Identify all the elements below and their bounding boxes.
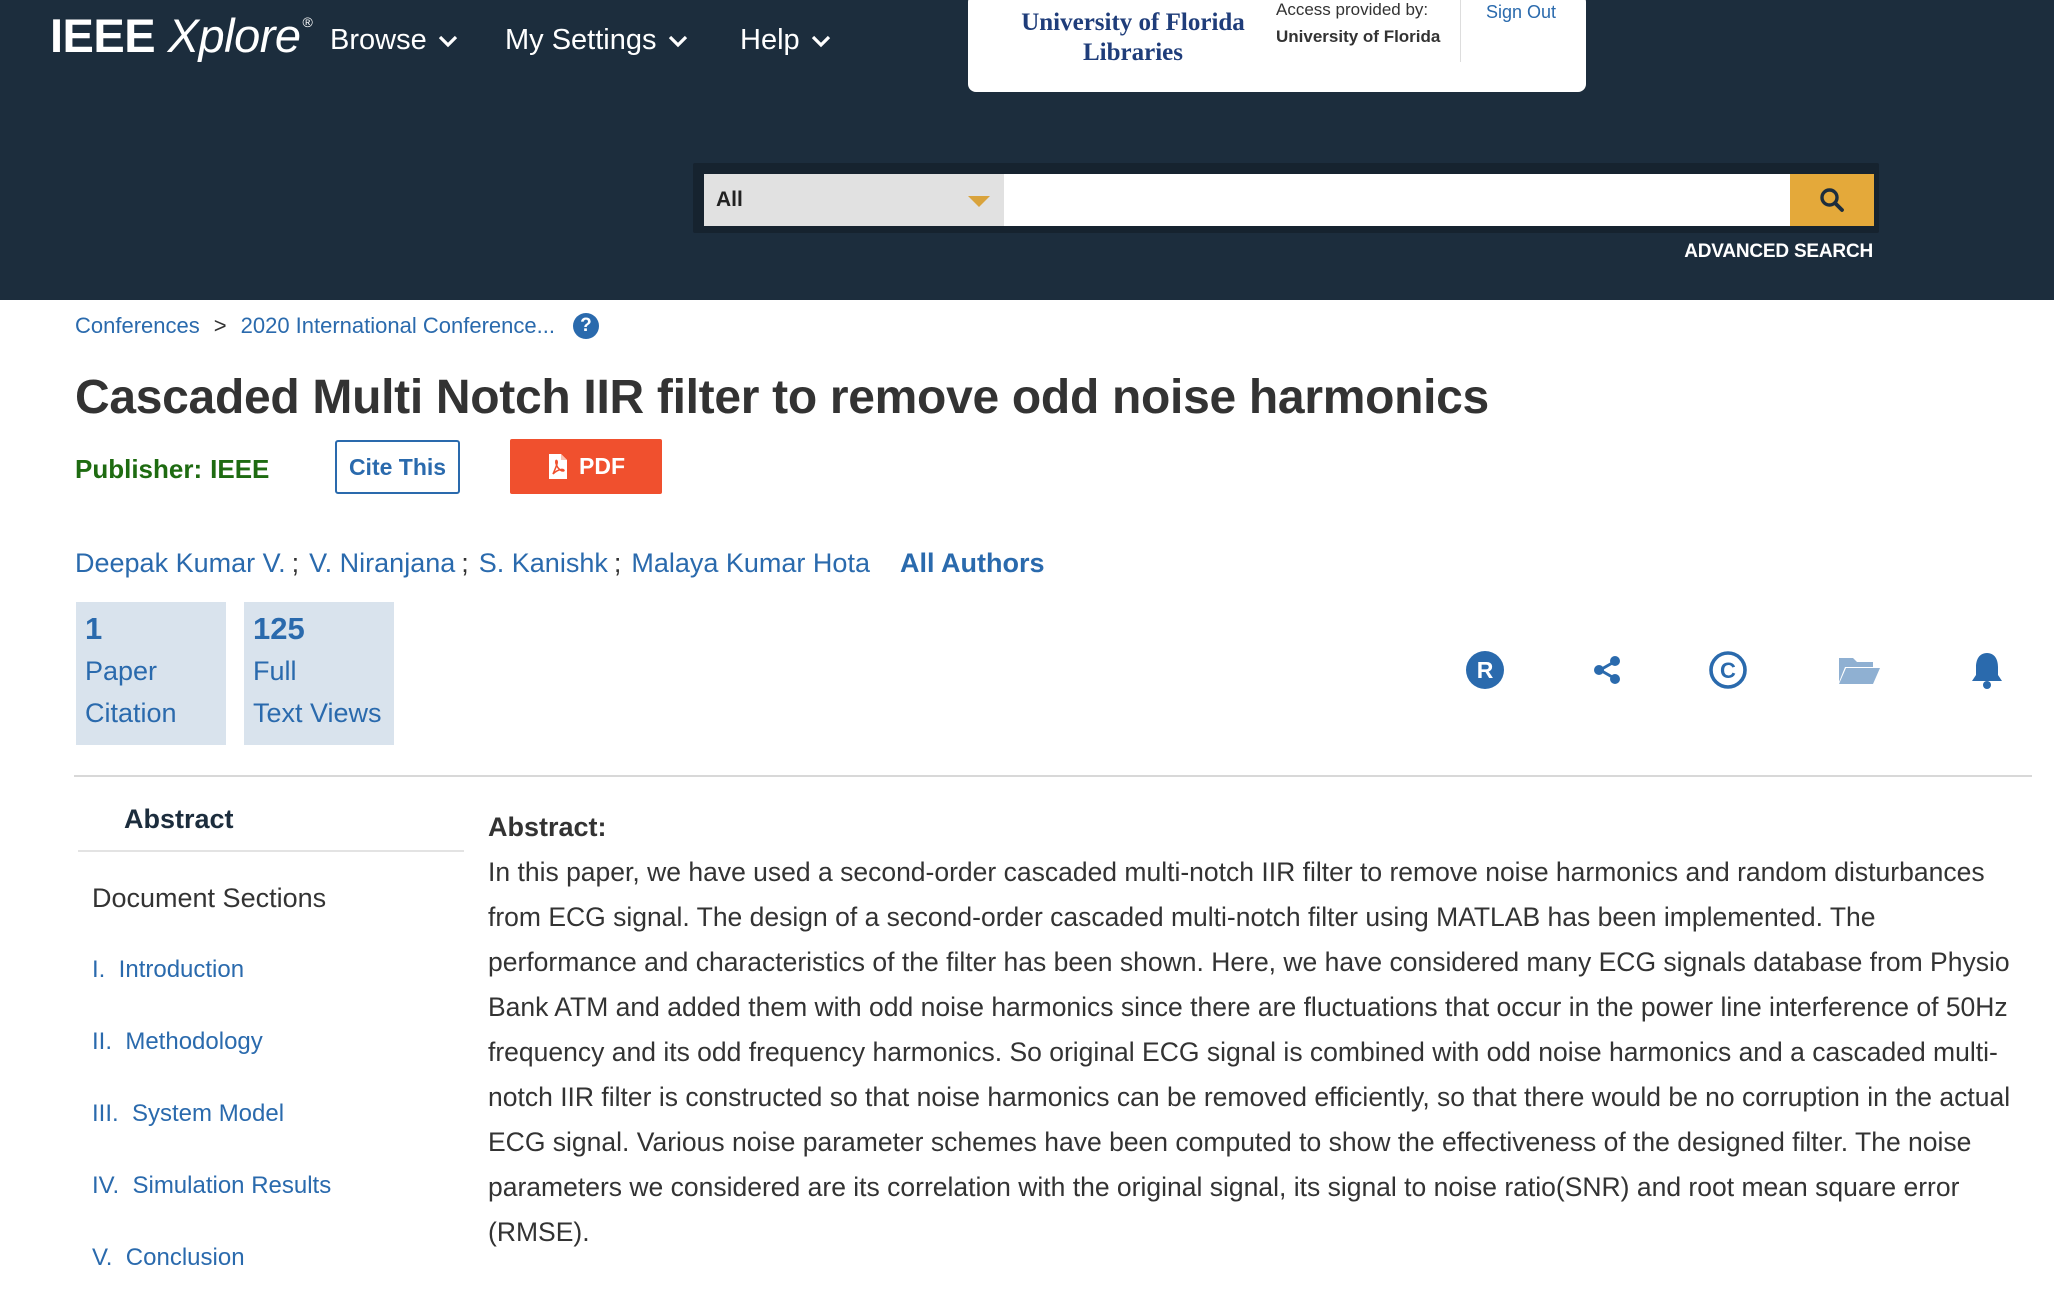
metric-paper-citation[interactable]: 1 Paper Citation [76,602,226,745]
copyright-button[interactable]: C [1706,648,1750,692]
section-link-simulation-results[interactable]: IV. Simulation Results [92,1172,331,1200]
sign-out-link[interactable]: Sign Out [1486,2,1556,23]
nav-my-settings[interactable]: My Settings [505,24,689,57]
nav-browse[interactable]: Browse [330,24,459,57]
divider [74,775,2032,777]
metric-label: Paper [85,656,158,686]
advanced-search-link[interactable]: ADVANCED SEARCH [1684,241,1873,263]
search-bar: All [693,163,1879,233]
copyright-icon-letter: C [1720,658,1736,683]
share-icon [1594,656,1620,684]
publisher-label: Publisher: [75,454,203,484]
abstract-text: In this paper, we have used a second-ord… [488,857,2011,1247]
author-link[interactable]: Deepak Kumar V. [75,548,286,579]
search-button[interactable] [1790,174,1874,226]
nav-browse-label: Browse [330,24,427,56]
chevron-down-icon [438,35,457,47]
tab-abstract[interactable]: Abstract [124,804,234,835]
rights-icon: R [1466,651,1504,689]
caret-down-icon [968,196,990,207]
bell-icon [1972,653,2002,689]
pdf-button-label: PDF [579,453,625,479]
access-institution-name: University of Florida [1276,27,1441,46]
save-to-folder-button[interactable] [1835,648,1883,692]
divider [1460,0,1461,62]
help-icon[interactable]: ? [572,313,599,339]
institution-access-box: University of Florida Libraries Access p… [968,0,1586,92]
cite-this-button[interactable]: Cite This [335,440,460,494]
university-of-florida-libraries-logo: University of Florida Libraries [1008,8,1258,68]
alerts-button[interactable] [1965,648,2009,692]
ieee-xplore-logo[interactable]: IEEE Xplore ® [50,8,313,63]
folder-icon [1839,658,1880,684]
search-scope-value: All [716,188,743,211]
author-link[interactable]: Malaya Kumar Hota [631,548,870,579]
author-separator: ; [291,548,300,578]
logo-xplore-text: Xplore [167,9,301,62]
divider [78,850,464,852]
rights-permissions-button[interactable]: R [1463,648,1507,692]
search-scope-select[interactable]: All [704,174,1004,226]
search-input[interactable] [1004,174,1794,226]
site-header: IEEE Xplore ® Browse My Settings Help Uni… [0,0,2054,300]
author-separator: ; [613,548,622,578]
metric-full-text-views[interactable]: 125 Full Text Views [244,602,394,745]
nav-help-label: Help [740,24,800,56]
metric-value: 1 [85,611,103,646]
author-separator: ; [461,548,469,578]
all-authors-link[interactable]: All Authors [900,548,1045,579]
metric-label: Text Views [253,698,382,728]
inst-logo-line1: University of Florida [1021,9,1245,36]
author-list: Deepak Kumar V. ; V. Niranjana ; S. Kani… [75,548,1044,579]
inst-logo-line2: Libraries [1083,39,1183,66]
nav-my-settings-label: My Settings [505,24,657,56]
section-link-conclusion[interactable]: V. Conclusion [92,1244,245,1272]
logo-ieee-text: IEEE [50,9,156,62]
breadcrumb-conferences[interactable]: Conferences [75,313,200,339]
share-button[interactable] [1585,648,1629,692]
breadcrumb: Conferences > 2020 International Confere… [75,313,599,339]
metric-label: Citation [85,698,177,728]
document-sections-heading: Document Sections [92,883,327,913]
pdf-button[interactable]: PDF [510,439,662,494]
copyright-icon: C [1709,651,1747,689]
logo-registered-mark: ® [302,14,313,30]
rights-icon-letter: R [1477,657,1494,683]
author-link[interactable]: S. Kanishk [479,548,608,579]
page-title: Cascaded Multi Notch IIR filter to remov… [75,371,1489,424]
metric-value: 125 [253,611,305,646]
publisher: Publisher: IEEE [75,454,269,485]
section-link-introduction[interactable]: I. Introduction [92,956,244,984]
author-link[interactable]: V. Niranjana [309,548,455,579]
breadcrumb-conference[interactable]: 2020 International Conference... [241,313,555,339]
breadcrumb-separator: > [213,313,227,338]
publisher-value: IEEE [210,454,270,484]
abstract-heading: Abstract: [488,812,607,842]
metric-label: Full [253,656,297,686]
access-provided-label: Access provided by: [1276,0,1429,19]
chevron-down-icon [811,35,830,47]
search-icon [1820,188,1844,212]
nav-help[interactable]: Help [740,24,832,57]
pdf-icon [549,454,567,479]
section-link-methodology[interactable]: II. Methodology [92,1028,263,1056]
section-link-system-model[interactable]: III. System Model [92,1100,284,1128]
chevron-down-icon [668,35,687,47]
